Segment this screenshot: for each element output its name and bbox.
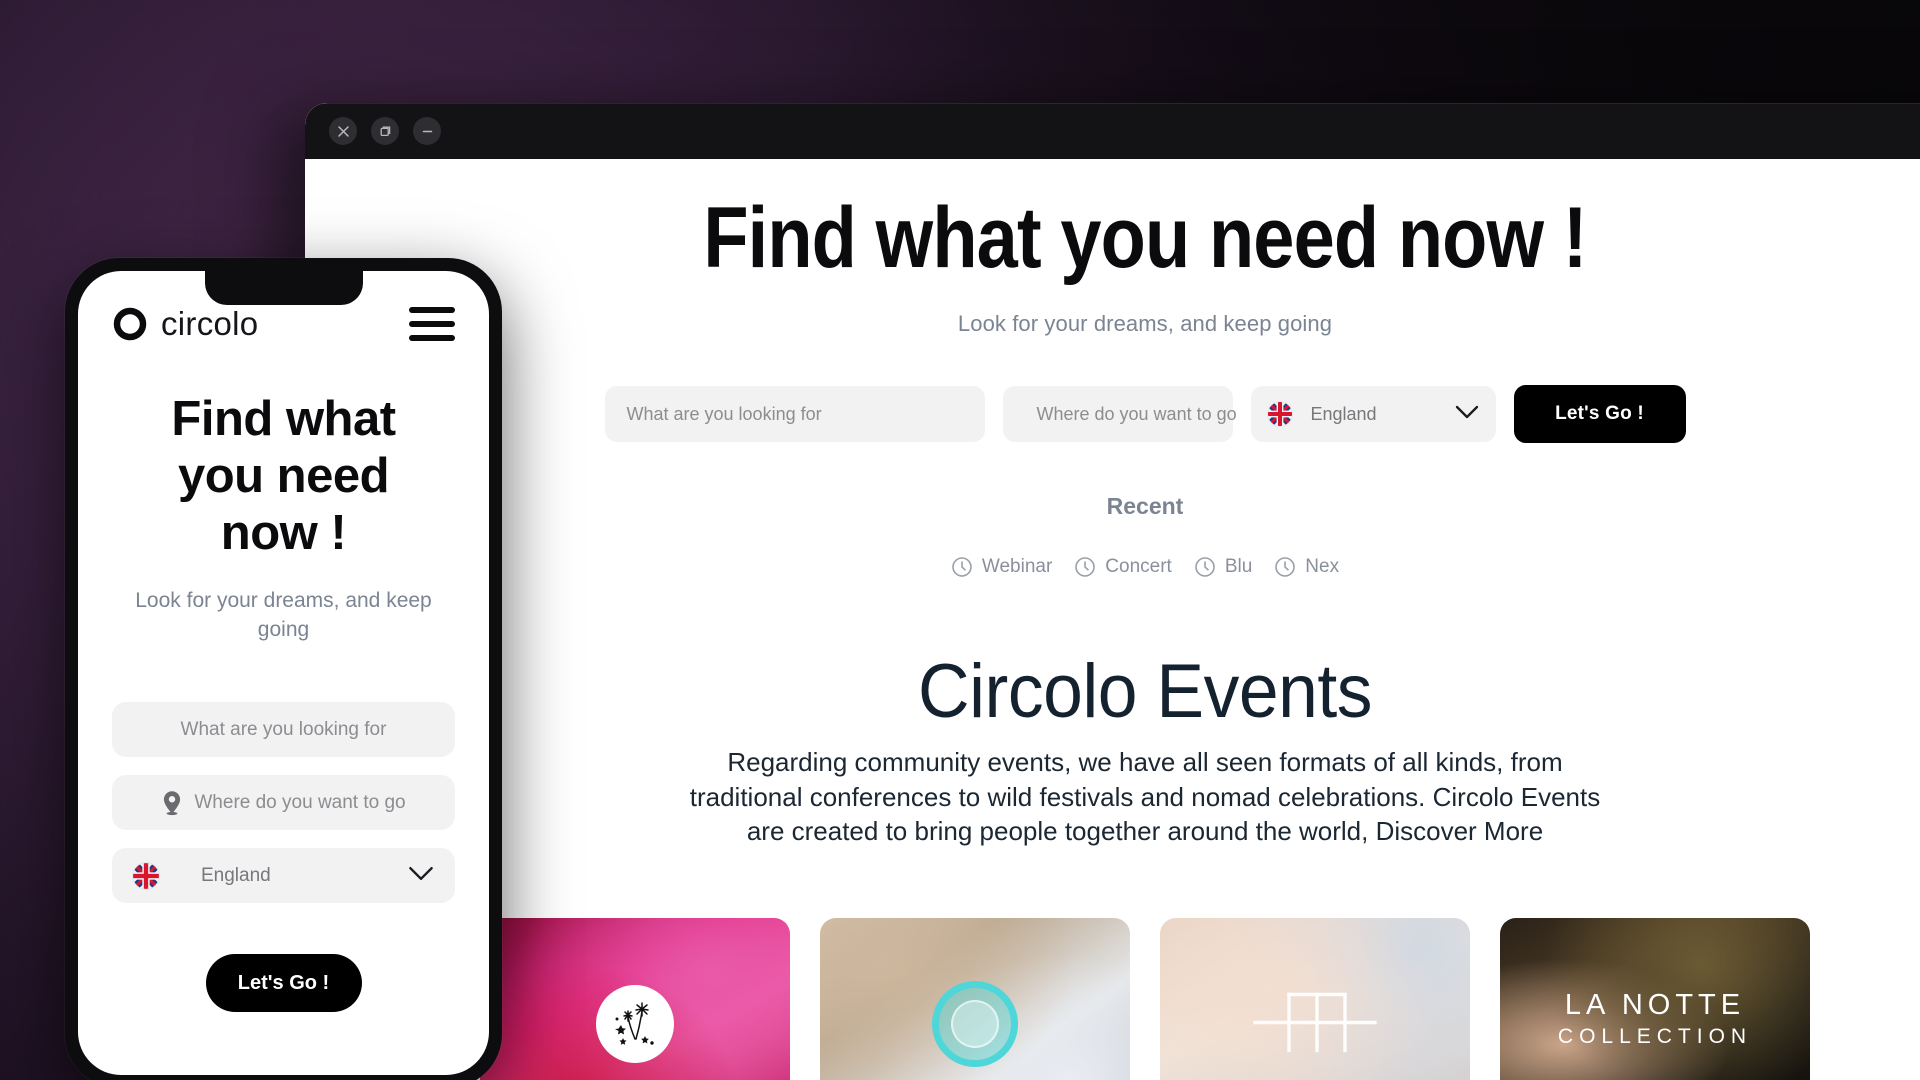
- search-location-input[interactable]: Where do you want to go: [1002, 386, 1237, 443]
- window-minimize-button[interactable]: [413, 117, 441, 145]
- window-close-button[interactable]: [329, 117, 357, 145]
- phone-search-keyword-placeholder: What are you looking for: [180, 718, 387, 740]
- search-location-placeholder: Where do you want to go: [1036, 403, 1237, 424]
- recent-item-label: Blu: [1224, 556, 1253, 578]
- clock-icon: [1275, 557, 1296, 578]
- chevron-down-icon: [1454, 404, 1480, 425]
- phone-country-select[interactable]: England: [112, 848, 455, 904]
- event-card-la-notte[interactable]: LA NOTTE COLLECTION: [1500, 918, 1810, 1080]
- recent-item-label: Nex: [1305, 556, 1340, 578]
- phone-search-form: What are you looking for Where do you wa…: [78, 702, 489, 1013]
- recent-item-concert[interactable]: Concert: [1074, 556, 1172, 578]
- clock-icon: [1075, 557, 1096, 578]
- card-caption: LA NOTTE COLLECTION: [1558, 989, 1752, 1049]
- browser-viewport: Find what you need now ! Look for your d…: [305, 159, 1920, 1080]
- phone-mockup: circolo Find what you need now ! Look fo…: [65, 258, 502, 1080]
- search-keyword-placeholder: What are you looking for: [626, 403, 822, 424]
- country-select[interactable]: England: [1250, 386, 1496, 443]
- card-badge: [1249, 982, 1381, 1065]
- brand-logo[interactable]: circolo: [112, 305, 258, 343]
- recent-item-webinar[interactable]: Webinar: [951, 556, 1052, 578]
- recent-list: Webinar Concert Blu Nex: [305, 556, 1920, 578]
- phone-page-subtitle: Look for your dreams, and keep going: [135, 589, 432, 641]
- minimize-icon: [422, 130, 432, 132]
- recent-item-blu[interactable]: Blu: [1194, 556, 1252, 578]
- teal-ring-icon: [932, 980, 1018, 1067]
- hamburger-icon[interactable]: [409, 307, 455, 341]
- phone-screen: circolo Find what you need now ! Look fo…: [78, 271, 489, 1075]
- phone-search-location-input[interactable]: Where do you want to go: [112, 775, 455, 831]
- page-title: Find what you need now !: [703, 190, 1587, 286]
- event-card-community[interactable]: [820, 918, 1130, 1080]
- browser-window: Find what you need now ! Look for your d…: [305, 103, 1920, 1080]
- screenshot-scene: Find what you need now ! Look for your d…: [0, 0, 1920, 1080]
- search-keyword-input[interactable]: What are you looking for: [604, 386, 985, 443]
- maximize-icon: [380, 126, 390, 136]
- recent-item-nex[interactable]: Nex: [1274, 556, 1339, 578]
- recent-item-label: Webinar: [981, 556, 1053, 578]
- brand-name: circolo: [161, 305, 259, 342]
- recent-item-label: Concert: [1105, 556, 1172, 578]
- phone-page-title: Find what you need now !: [171, 392, 396, 560]
- phone-search-location-placeholder: Where do you want to go: [194, 791, 406, 813]
- phone-notch: [204, 271, 363, 305]
- phone-search-submit-button[interactable]: Let's Go !: [205, 954, 362, 1013]
- event-card-fireworks[interactable]: [480, 918, 790, 1080]
- card-badge: [596, 984, 674, 1063]
- card-badge: [932, 980, 1018, 1067]
- phone-hero: Find what you need now ! Look for your d…: [78, 343, 489, 644]
- events-section-description: Regarding community events, we have all …: [689, 747, 1601, 847]
- circolo-ring-icon: [113, 307, 147, 341]
- location-pin-icon: [164, 790, 181, 815]
- clock-icon: [952, 557, 972, 578]
- fireworks-icon: [615, 1002, 654, 1045]
- uk-flag-icon: [1266, 401, 1293, 428]
- card-caption-line2: COLLECTION: [1557, 1025, 1753, 1049]
- phone-search-keyword-input[interactable]: What are you looking for: [112, 702, 455, 758]
- events-section-title: Circolo Events: [918, 649, 1372, 735]
- country-select-value: England: [1310, 403, 1377, 424]
- event-cards-row: LA NOTTE COLLECTION: [305, 918, 1920, 1080]
- card-caption-line1: LA NOTTE: [1564, 989, 1746, 1022]
- window-maximize-button[interactable]: [371, 117, 399, 145]
- page-subtitle: Look for your dreams, and keep going: [957, 311, 1333, 337]
- search-submit-button[interactable]: Let's Go !: [1513, 385, 1686, 444]
- chevron-down-icon: [407, 865, 435, 887]
- uk-flag-icon: [132, 861, 160, 890]
- monogram-icon: [1253, 992, 1377, 1052]
- recent-section-title: Recent: [1106, 493, 1184, 520]
- window-titlebar: [305, 103, 1920, 159]
- clock-icon: [1195, 557, 1215, 578]
- phone-country-select-value: England: [201, 864, 271, 886]
- desktop-hero: Find what you need now ! Look for your d…: [305, 159, 1920, 337]
- event-card-festival[interactable]: [1160, 918, 1470, 1080]
- search-bar: What are you looking for Where do you wa…: [305, 385, 1920, 444]
- close-icon: [337, 125, 349, 137]
